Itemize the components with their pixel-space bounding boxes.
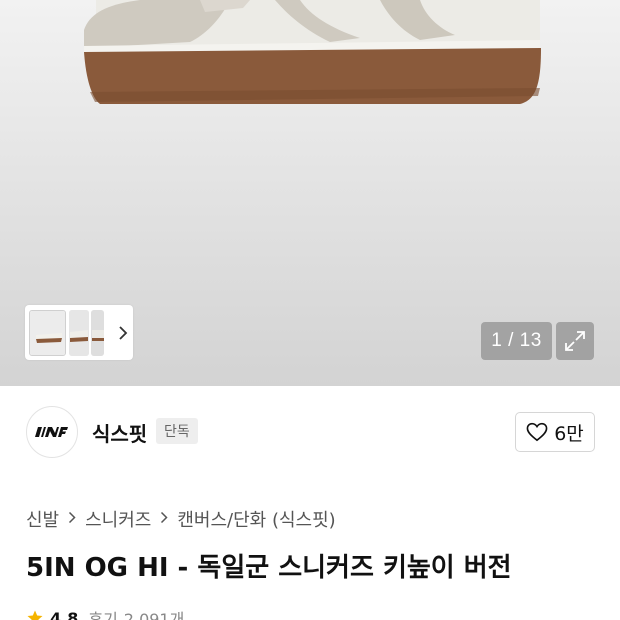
thumbnail-2[interactable] — [69, 309, 89, 356]
product-title: 5IN OG HI - 독일군 스니커즈 키높이 버전 — [26, 553, 512, 583]
breadcrumb-item-sneakers[interactable]: 스니커즈 — [85, 506, 151, 532]
chevron-right-icon — [68, 510, 76, 528]
like-count: 6만 — [554, 422, 584, 445]
heart-icon — [526, 422, 548, 442]
brand-row: 식스핏 단독 6만 — [0, 386, 620, 478]
image-counter: 1 / 13 — [481, 322, 552, 360]
brand-logo[interactable] — [26, 406, 78, 458]
rating-row[interactable]: 4.8 후기 2,091개 — [26, 608, 184, 620]
thumbnail-3[interactable] — [90, 309, 105, 356]
thumbnail-strip — [25, 305, 133, 360]
review-label: 후기 — [88, 610, 118, 620]
chevron-right-icon — [160, 510, 168, 528]
expand-icon[interactable] — [556, 322, 594, 360]
breadcrumb-item-canvas[interactable]: 캔버스/단화 (식스핏) — [177, 506, 335, 532]
star-icon — [27, 610, 43, 620]
brand-name[interactable]: 식스핏 — [92, 418, 147, 447]
exclusive-badge: 단독 — [156, 418, 198, 444]
breadcrumb: 신발 스니커즈 캔버스/단화 (식스핏) — [26, 506, 336, 532]
brand-logo-mark — [35, 427, 68, 437]
chevron-right-icon[interactable] — [113, 323, 133, 343]
like-button[interactable]: 6만 — [515, 412, 595, 452]
product-image-gallery[interactable]: 1 / 13 — [0, 0, 620, 386]
review-count: 2,091개 — [123, 610, 185, 620]
thumbnail-1[interactable] — [29, 309, 67, 356]
rating-score: 4.8 — [50, 608, 79, 620]
breadcrumb-item-shoes[interactable]: 신발 — [26, 506, 59, 532]
